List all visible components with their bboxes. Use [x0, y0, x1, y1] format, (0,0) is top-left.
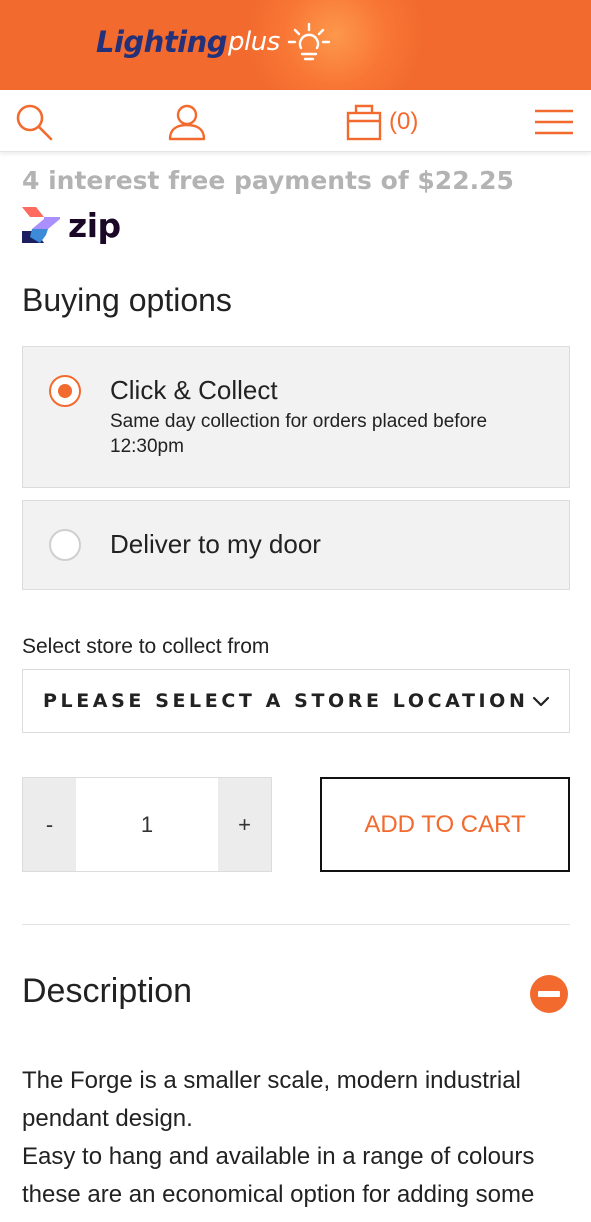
quantity-stepper: - 1 +: [22, 777, 272, 872]
interest-free-text: 4 interest free payments of $22.25: [22, 166, 514, 195]
nav-bar: (0): [0, 90, 591, 152]
description-title: Description: [22, 972, 193, 1010]
zip-logo[interactable]: zip: [22, 207, 121, 243]
option-click-collect[interactable]: Click & Collect Same day collection for …: [22, 346, 570, 488]
store-select[interactable]: PLEASE SELECT A STORE LOCATION: [22, 669, 570, 733]
description-paragraph: Easy to hang and available in a range of…: [22, 1143, 535, 1222]
logo-text-primary: Lighting: [96, 25, 228, 59]
description-body: The Forge is a smaller scale, modern ind…: [22, 1062, 572, 1222]
cart-count: (0): [389, 108, 419, 135]
store-select-value: PLEASE SELECT A STORE LOCATION: [43, 690, 529, 712]
section-divider: [22, 924, 570, 925]
lightingplus-logo[interactable]: Lighting plus: [96, 20, 332, 64]
cart-button[interactable]: (0): [345, 102, 418, 142]
account-icon[interactable]: [167, 102, 207, 142]
option-deliver[interactable]: Deliver to my door: [22, 500, 570, 590]
brand-header: Lighting plus: [0, 0, 591, 90]
zip-mark-icon: [22, 207, 60, 243]
option-deliver-label: Deliver to my door: [110, 529, 321, 559]
option-click-collect-sub: Same day collection for orders placed be…: [110, 411, 488, 457]
add-to-cart-button[interactable]: ADD TO CART: [320, 777, 570, 872]
quantity-decrement-button[interactable]: -: [23, 778, 76, 871]
description-paragraph: The Forge is a smaller scale, modern ind…: [22, 1067, 521, 1132]
search-icon[interactable]: [14, 102, 54, 142]
logo-text-secondary: plus: [228, 27, 280, 57]
zip-label: zip: [68, 205, 121, 245]
radio-deliver[interactable]: [49, 529, 81, 561]
radio-click-collect[interactable]: [49, 375, 81, 407]
quantity-increment-button[interactable]: +: [218, 778, 271, 871]
collapse-minus-icon[interactable]: [530, 975, 568, 1013]
cart-icon: [346, 104, 382, 141]
quantity-value[interactable]: 1: [76, 778, 218, 871]
option-click-collect-label: Click & Collect: [110, 375, 278, 405]
sun-icon: [287, 22, 330, 61]
chevron-down-icon: [532, 696, 550, 707]
buying-options-title: Buying options: [22, 282, 232, 318]
store-select-label: Select store to collect from: [22, 635, 270, 658]
menu-icon[interactable]: [534, 102, 574, 142]
